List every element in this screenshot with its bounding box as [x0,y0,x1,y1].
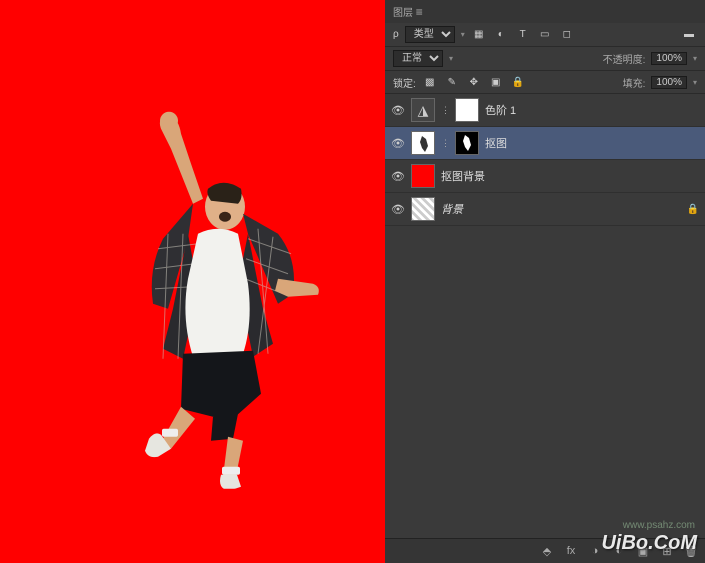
chevron-down-icon: ▾ [693,54,697,63]
eye-icon[interactable]: 👁 [391,103,405,117]
chevron-down-icon: ▾ [693,78,697,87]
layer-mask-thumb[interactable] [455,131,479,155]
layers-list: 👁 ◮ ⋮ 色阶 1 👁 ⋮ 抠图 👁 抠图背景 👁 背景 [385,94,705,538]
lock-position-icon[interactable]: ✥ [466,74,482,90]
canvas-subject-person [63,108,323,493]
canvas[interactable] [0,0,385,563]
eye-icon[interactable]: 👁 [391,169,405,183]
lock-artboard-icon[interactable]: ▣ [488,74,504,90]
lock-brush-icon[interactable]: ✎ [444,74,460,90]
lock-transparent-icon[interactable]: ▩ [422,74,438,90]
layer-name[interactable]: 抠图 [485,135,699,151]
filter-toggle-icon[interactable]: ▬ [681,27,697,43]
fill-label: 填充: [623,75,646,90]
layer-thumb[interactable] [411,131,435,155]
layer-thumb[interactable] [411,164,435,188]
watermark-sub: www.psahz.com [623,520,695,531]
panel-title: 图层 ≡ [385,0,705,23]
layer-row[interactable]: 👁 背景 🔒 [385,193,705,226]
blend-opacity-row: 正常 ▾ 不透明度: 100% ▾ [385,47,705,71]
layer-name[interactable]: 抠图背景 [441,168,699,184]
layer-name[interactable]: 背景 [441,201,681,217]
lock-label: 锁定: [393,75,416,90]
lock-all-icon[interactable]: 🔒 [510,74,526,90]
layer-row[interactable]: 👁 抠图背景 [385,160,705,193]
filter-kind-select[interactable]: 类型 [405,26,455,43]
fill-value[interactable]: 100% [651,76,687,89]
layer-mask-thumb[interactable] [455,98,479,122]
adjustment-thumb[interactable]: ◮ [411,98,435,122]
layer-thumb[interactable] [411,197,435,221]
filter-adjust-icon[interactable]: ◐ [493,27,509,43]
eye-icon[interactable]: 👁 [391,202,405,216]
filter-smart-icon[interactable]: ◻ [559,27,575,43]
link-icon[interactable]: ⋮ [441,138,449,149]
layer-name[interactable]: 色阶 1 [485,102,699,118]
blend-mode-select[interactable]: 正常 [393,50,443,67]
fx-icon[interactable]: fx [563,543,579,559]
filter-text-icon[interactable]: T [515,27,531,43]
layer-filter-row: ρ 类型 ▾ ▦ ◐ T ▭ ◻ ▬ [385,23,705,47]
layer-row[interactable]: 👁 ◮ ⋮ 色阶 1 [385,94,705,127]
opacity-value[interactable]: 100% [651,52,687,65]
eye-icon[interactable]: 👁 [391,136,405,150]
lock-icon: 🔒 [687,204,699,215]
panel-menu-icon[interactable]: ≡ [416,5,423,19]
link-icon[interactable]: ⋮ [441,105,449,116]
lock-fill-row: 锁定: ▩ ✎ ✥ ▣ 🔒 填充: 100% ▾ [385,71,705,94]
watermark-main: UiBo.CoM [601,532,697,555]
layers-panel: 图层 ≡ ρ 类型 ▾ ▦ ◐ T ▭ ◻ ▬ 正常 ▾ 不透明度: 100% … [385,0,705,563]
filter-prefix: ρ [393,29,399,40]
layer-row[interactable]: 👁 ⋮ 抠图 [385,127,705,160]
opacity-label: 不透明度: [603,51,646,66]
chevron-down-icon: ▾ [461,30,465,39]
link-layers-icon[interactable]: ⬘ [539,543,555,559]
filter-shape-icon[interactable]: ▭ [537,27,553,43]
chevron-down-icon: ▾ [449,54,453,63]
filter-pixel-icon[interactable]: ▦ [471,27,487,43]
